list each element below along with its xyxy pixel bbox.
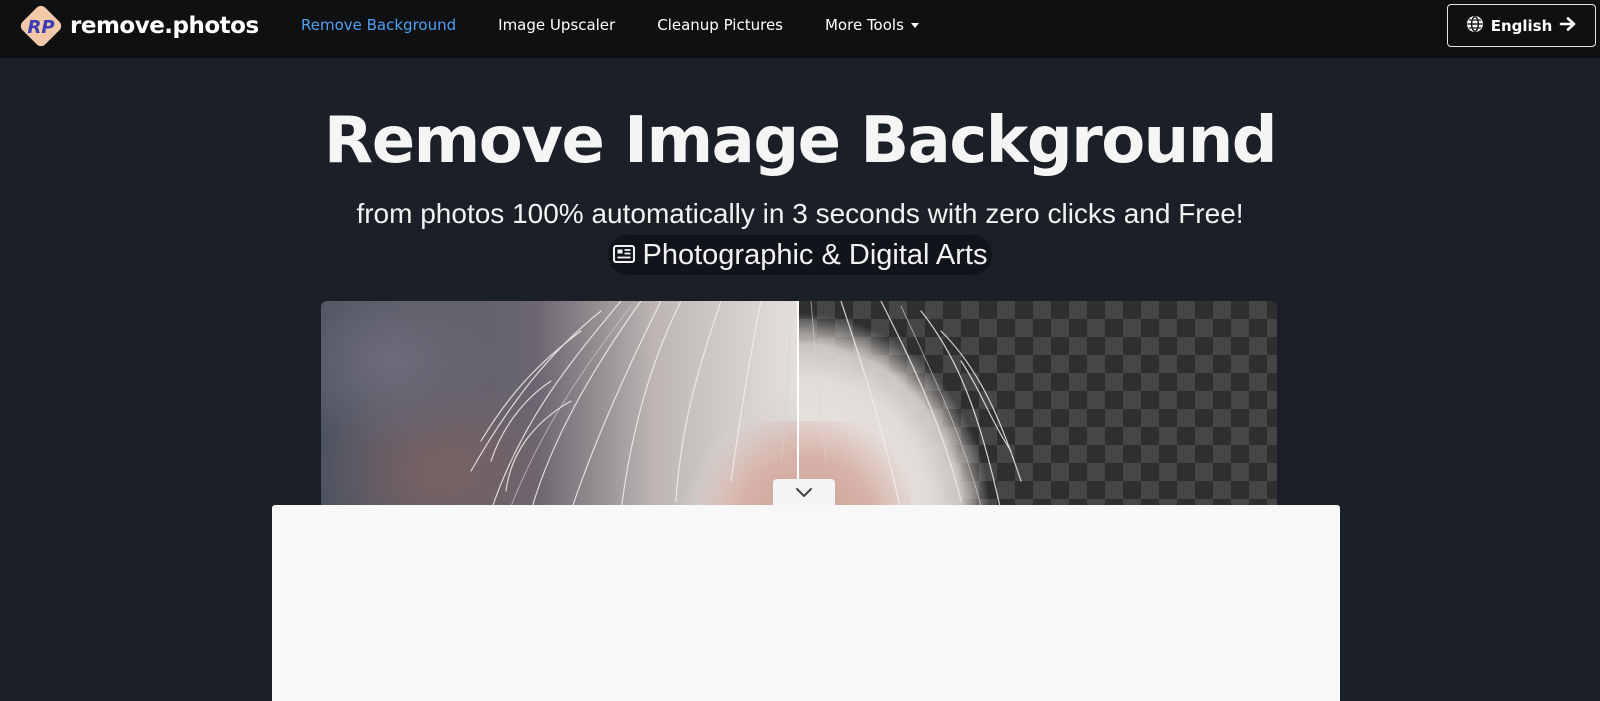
brand-logo-link[interactable]: RP remove.photos [18, 2, 259, 50]
nav-image-upscaler-label: Image Upscaler [498, 16, 616, 34]
newspaper-icon [612, 239, 635, 272]
nav-cleanup-pictures[interactable]: Cleanup Pictures [657, 16, 783, 34]
top-navbar: RP remove.photos Remove Background Image… [0, 0, 1600, 58]
arrow-right-icon [1559, 16, 1577, 36]
language-button[interactable]: English [1447, 4, 1596, 47]
caret-down-icon [910, 22, 919, 28]
rp-logo-icon: RP [18, 3, 64, 49]
upload-panel [272, 505, 1340, 701]
hero-title: Remove Image Background [323, 104, 1278, 178]
nav-remove-background[interactable]: Remove Background [301, 16, 456, 34]
language-label: English [1490, 16, 1553, 35]
nav-more-tools-label: More Tools [824, 16, 904, 34]
nav-remove-background-label: Remove Background [301, 16, 457, 34]
main-nav: Remove Background Image Upscaler Cleanup… [301, 0, 961, 50]
nav-image-upscaler[interactable]: Image Upscaler [498, 16, 615, 34]
scroll-down-handle[interactable] [773, 479, 835, 507]
hero-subtitle: from photos 100% automatically in 3 seco… [356, 198, 1244, 229]
nav-more-tools-dropdown[interactable]: More Tools [825, 16, 919, 34]
nav-cleanup-pictures-label: Cleanup Pictures [657, 16, 783, 34]
brand-name: remove.photos [70, 13, 259, 39]
chevron-down-icon [795, 484, 813, 503]
globe-icon [1466, 15, 1484, 37]
category-label: Photographic & Digital Arts [642, 238, 988, 271]
category-badge[interactable]: Photographic & Digital Arts [608, 235, 992, 275]
svg-text:RP: RP [27, 17, 54, 38]
